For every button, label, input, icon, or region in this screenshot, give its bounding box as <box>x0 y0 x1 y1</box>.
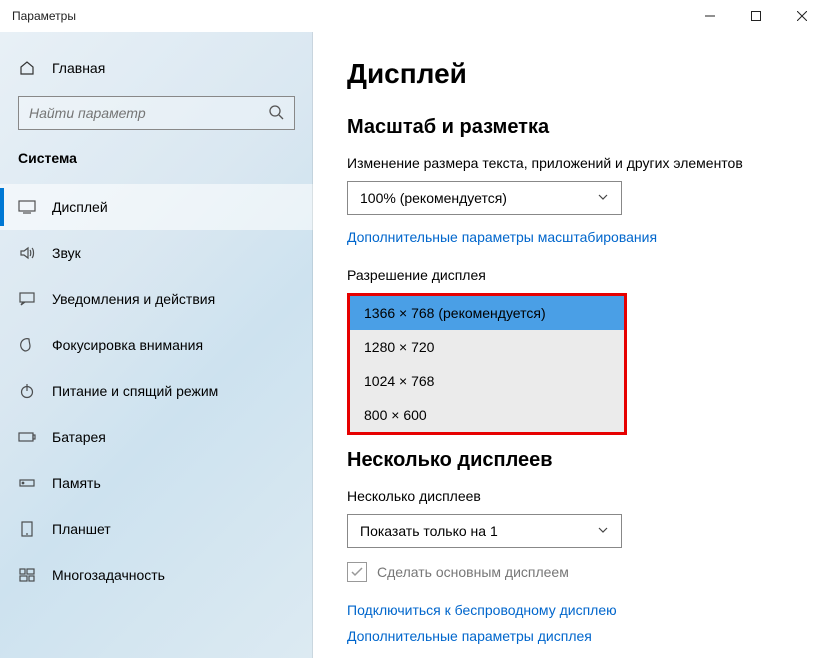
multitasking-icon <box>18 568 36 582</box>
window-title: Параметры <box>12 9 76 23</box>
nav-item-label: Память <box>52 475 101 491</box>
resolution-label: Разрешение дисплея <box>347 267 791 283</box>
resolution-option[interactable]: 1024 × 768 <box>350 364 624 398</box>
content: Дисплей Масштаб и разметка Изменение раз… <box>313 32 825 658</box>
sidebar: Главная Система Дисплей Звук <box>0 32 313 658</box>
nav-home[interactable]: Главная <box>0 46 313 90</box>
make-main-label: Сделать основным дисплеем <box>377 564 569 580</box>
notifications-icon <box>18 292 36 306</box>
nav-item-label: Звук <box>52 245 81 261</box>
resolution-option[interactable]: 800 × 600 <box>350 398 624 432</box>
resolution-option[interactable]: 1280 × 720 <box>350 330 624 364</box>
page-title: Дисплей <box>347 58 791 90</box>
battery-icon <box>18 431 36 443</box>
minimize-button[interactable] <box>687 0 733 32</box>
focus-icon <box>18 337 36 353</box>
nav-item-notifications[interactable]: Уведомления и действия <box>0 276 313 322</box>
sound-icon <box>18 245 36 261</box>
titlebar: Параметры <box>0 0 825 32</box>
nav-item-multitasking[interactable]: Многозадачность <box>0 552 313 598</box>
nav-item-label: Фокусировка внимания <box>52 337 203 353</box>
nav-item-label: Дисплей <box>52 199 108 215</box>
resolution-dropdown[interactable]: 1366 × 768 (рекомендуется) 1280 × 720 10… <box>347 293 627 435</box>
search-icon <box>268 104 284 123</box>
nav-item-label: Уведомления и действия <box>52 291 215 307</box>
nav-item-label: Планшет <box>52 521 111 537</box>
nav-item-display[interactable]: Дисплей <box>0 184 313 230</box>
maximize-button[interactable] <box>733 0 779 32</box>
multi-display-label: Несколько дисплеев <box>347 488 791 504</box>
scale-heading: Масштаб и разметка <box>347 116 791 139</box>
tablet-icon <box>18 521 36 537</box>
nav-home-label: Главная <box>52 60 105 76</box>
window-controls <box>687 0 825 32</box>
nav-item-sound[interactable]: Звук <box>0 230 313 276</box>
nav-item-battery[interactable]: Батарея <box>0 414 313 460</box>
nav-item-focus-assist[interactable]: Фокусировка внимания <box>0 322 313 368</box>
scale-label: Изменение размера текста, приложений и д… <box>347 155 791 171</box>
resolution-option[interactable]: 1366 × 768 (рекомендуется) <box>350 296 624 330</box>
search-box[interactable] <box>18 96 295 130</box>
nav-item-label: Питание и спящий режим <box>52 383 218 399</box>
close-button[interactable] <box>779 0 825 32</box>
connect-wireless-link[interactable]: Подключиться к беспроводному дисплею <box>347 602 617 618</box>
chevron-down-icon <box>597 190 609 206</box>
multi-display-select[interactable]: Показать только на 1 <box>347 514 622 548</box>
display-icon <box>18 200 36 214</box>
scale-select[interactable]: 100% (рекомендуется) <box>347 181 622 215</box>
power-icon <box>18 383 36 399</box>
sidebar-heading: Система <box>0 146 313 184</box>
nav-item-tablet[interactable]: Планшет <box>0 506 313 552</box>
multi-display-value: Показать только на 1 <box>360 523 498 539</box>
chevron-down-icon <box>597 523 609 539</box>
advanced-display-link[interactable]: Дополнительные параметры дисплея <box>347 628 592 644</box>
search-input[interactable] <box>29 105 268 121</box>
multi-display-heading: Несколько дисплеев <box>347 449 791 472</box>
storage-icon <box>18 477 36 489</box>
home-icon <box>18 60 36 76</box>
nav-item-label: Батарея <box>52 429 106 445</box>
advanced-scaling-link[interactable]: Дополнительные параметры масштабирования <box>347 229 657 245</box>
nav-item-power[interactable]: Питание и спящий режим <box>0 368 313 414</box>
nav-item-label: Многозадачность <box>52 567 165 583</box>
make-main-checkbox <box>347 562 367 582</box>
scale-value: 100% (рекомендуется) <box>360 190 507 206</box>
nav-item-storage[interactable]: Память <box>0 460 313 506</box>
